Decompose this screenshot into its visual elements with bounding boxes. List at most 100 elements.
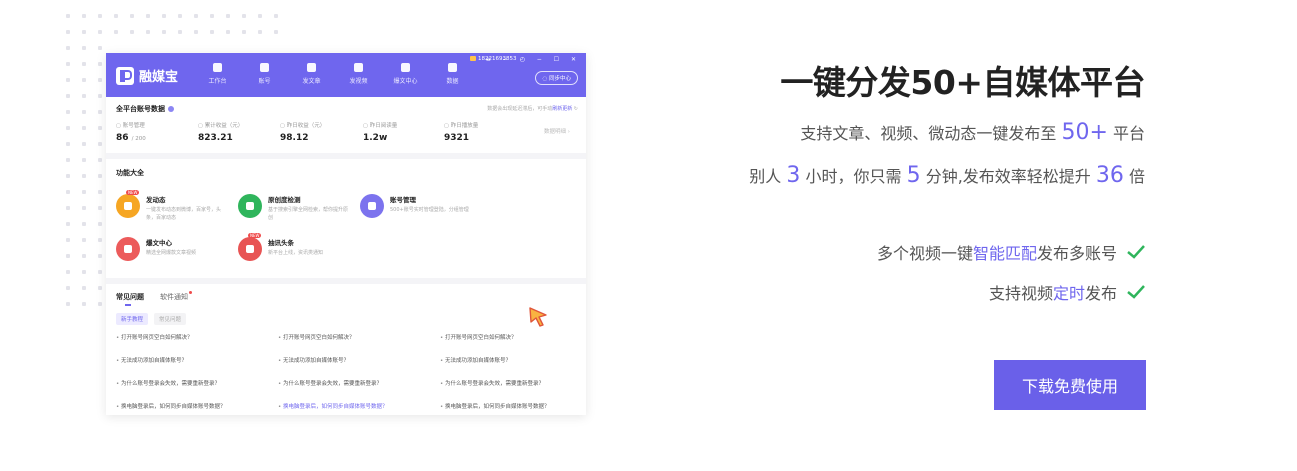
decor-dot (82, 190, 86, 194)
faq-item[interactable]: 换电脑登录后，如何同步自媒体账号数据？ (440, 402, 550, 410)
window-controls[interactable]: ≡ − ◴ − ☐ ✕ (486, 56, 581, 63)
pill-tutorial[interactable]: 新手教程 (116, 313, 149, 325)
decor-dot (66, 14, 70, 18)
faq-item[interactable]: 无法成功添加自媒体账号？ (440, 356, 511, 364)
decor-dot (162, 14, 166, 18)
hero-line-efficiency: 别人 3 小时，你只需 5 分钟,发布效率轻松提升 36 倍 (749, 163, 1145, 188)
nav-item-hot[interactable]: 爆文中心 (382, 63, 429, 85)
decor-dot (66, 142, 70, 146)
nav-item-article[interactable]: 发文章 (288, 63, 335, 85)
pill-common[interactable]: 常见问题 (154, 313, 187, 325)
nav-item-data[interactable]: 数据 (429, 63, 476, 85)
feature-post-moment[interactable]: NEW 发动态 一键发布动态到微博，百家号，头条，百家动态 (116, 190, 226, 222)
stat-plays: 昨日播放量9321 (444, 121, 478, 143)
feature-news-headline[interactable]: NEW 抽讯头条 新平台上线，资讯类通知 (238, 233, 348, 261)
decor-dot (66, 190, 70, 194)
divider (106, 278, 586, 284)
feature-account-manage[interactable]: 账号管理 500+账号实时管理登陆，分组管理 (360, 194, 470, 218)
fire-icon (116, 237, 140, 261)
app-logo: 融媒宝 (116, 66, 178, 85)
decor-dot (82, 302, 86, 306)
nav-item-video[interactable]: 发视频 (335, 63, 382, 85)
faq-item[interactable]: 为什么账号登录会失效，需要重新登录？ (440, 379, 544, 387)
tab-faq[interactable]: 常见问题 (116, 292, 144, 306)
feature-originality-check[interactable]: 原创度检测 基于搜索引擎全网检索，帮你提升原创 (238, 194, 348, 222)
decor-dot (114, 14, 118, 18)
tab-notice[interactable]: 软件通知 (160, 291, 192, 302)
chart-up-icon: NEW (238, 233, 262, 261)
decor-dot (98, 14, 102, 18)
nav-item-account[interactable]: 账号 (241, 63, 288, 85)
decor-dot (226, 14, 230, 18)
info-icon (168, 106, 174, 112)
faq-item[interactable]: 无法成功添加自媒体账号？ (116, 356, 187, 364)
unread-dot (189, 291, 192, 294)
app-nav: 工作台 账号 发文章 发视频 爆文中心 数据 (194, 63, 476, 85)
stat-reads: 昨日阅读量1.2w (363, 121, 397, 143)
nav-item-workbench[interactable]: 工作台 (194, 63, 241, 85)
decor-dot (98, 206, 102, 210)
fire-icon (401, 63, 410, 72)
decor-dot (66, 206, 70, 210)
decor-dot (66, 78, 70, 82)
decor-dot (82, 142, 86, 146)
decor-dot (210, 30, 214, 34)
decor-dot (66, 46, 70, 50)
decor-dot (82, 254, 86, 258)
download-button[interactable]: 下载免费使用 (994, 360, 1146, 410)
stat-yesterday-income: 昨日收益（元）98.12 (280, 121, 325, 143)
decor-dot (98, 190, 102, 194)
decor-dot (98, 62, 102, 66)
decor-dot (66, 30, 70, 34)
decor-dot (66, 126, 70, 130)
divider (106, 153, 586, 159)
check-icon (1127, 285, 1145, 299)
decor-dot (66, 174, 70, 178)
user-icon (360, 194, 384, 218)
decor-dot (82, 78, 86, 82)
cursor-icon (529, 307, 547, 327)
decor-dot (66, 302, 70, 306)
decor-dot (66, 222, 70, 226)
faq-item[interactable]: 为什么账号登录会失效，需要重新登录？ (116, 379, 220, 387)
sync-center-button[interactable]: ◌ 同步中心 (535, 71, 578, 85)
decor-dot (210, 14, 214, 18)
monitor-icon (213, 63, 222, 72)
faq-item[interactable]: 为什么账号登录会失效，需要重新登录？ (278, 379, 382, 387)
feature-hot-center[interactable]: 爆文中心 精选全网爆款文章视频 (116, 237, 226, 261)
decor-dot (82, 222, 86, 226)
decor-dot (130, 14, 134, 18)
decor-dot (114, 30, 118, 34)
faq-item[interactable]: 打开账号网页空白如何解决？ (116, 333, 193, 341)
decor-dot (66, 270, 70, 274)
faq-item[interactable]: 换电脑登录后，如何同步自媒体账号数据？ (278, 402, 388, 410)
send-icon: NEW (116, 190, 140, 218)
decor-dot (82, 62, 86, 66)
faq-item[interactable]: 打开账号网页空白如何解决？ (440, 333, 517, 341)
decor-dot (98, 126, 102, 130)
decor-dot (66, 254, 70, 258)
decor-dot (82, 126, 86, 130)
faq-item[interactable]: 换电脑登录后，如何同步自媒体账号数据？ (116, 402, 226, 410)
decor-dot (130, 30, 134, 34)
crown-icon (470, 56, 476, 61)
feature-smart-match: 多个视频一键 智能匹配 发布多账号 (877, 240, 1145, 264)
decor-dot (82, 238, 86, 242)
app-topbar: 融媒宝 工作台 账号 发文章 发视频 爆文中心 数据 18221693853 ≡… (106, 53, 586, 97)
decor-dot (66, 110, 70, 114)
logo-text: 融媒宝 (139, 70, 179, 85)
decor-dot (98, 270, 102, 274)
decor-dot (82, 206, 86, 210)
faq-item[interactable]: 无法成功添加自媒体账号？ (278, 356, 349, 364)
hero-line-platforms: 支持文章、视频、微动态一键发布至 50+ 平台 (800, 120, 1145, 145)
features-title: 功能大全 (116, 169, 144, 177)
decor-dot (242, 30, 246, 34)
decor-dot (82, 286, 86, 290)
decor-dot (98, 110, 102, 114)
decor-dot (82, 94, 86, 98)
decor-dot (258, 14, 262, 18)
stats-detail-link[interactable]: 数据明细 › (544, 127, 570, 135)
faq-item[interactable]: 打开账号网页空白如何解决？ (278, 333, 355, 341)
refresh-link[interactable]: 刷新更新 (552, 106, 572, 112)
decor-dot (98, 30, 102, 34)
